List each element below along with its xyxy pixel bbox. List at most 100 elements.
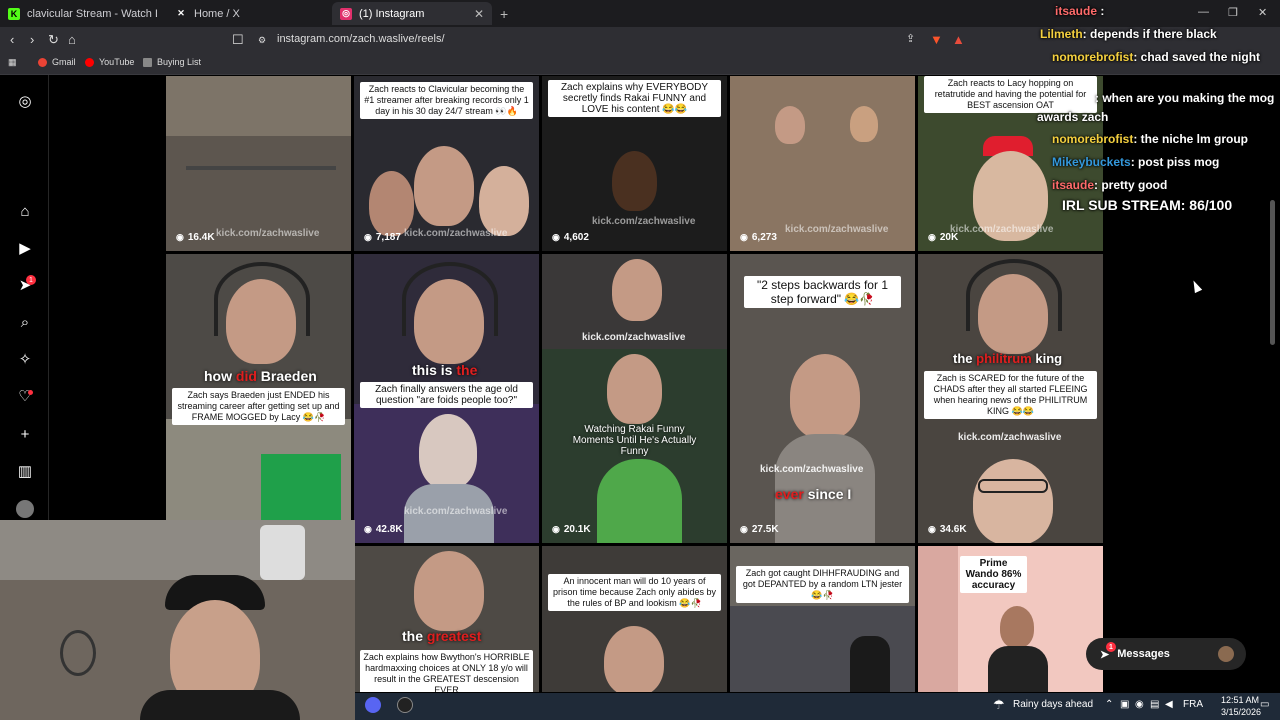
tab-x[interactable]: ✕ Home / X <box>167 2 332 25</box>
view-count: ◉ 20.1K <box>552 524 591 535</box>
views-label: 34.6K <box>939 524 967 535</box>
brave-shield-icon[interactable]: ▼ <box>930 32 943 47</box>
face <box>973 459 1053 543</box>
reel-caption: Prime Wando 86% accuracy <box>960 556 1027 593</box>
reel-tile[interactable]: Prime Wando 86% accuracy <box>917 545 1104 693</box>
messages-button[interactable]: ➤ 1 Messages <box>1086 638 1246 670</box>
reel-tile[interactable]: Zach got caught DIHHFRAUDING and got DEP… <box>729 545 916 693</box>
eye-icon: ◉ <box>176 232 184 242</box>
create-nav-icon[interactable]: + <box>16 425 34 443</box>
reel-tile[interactable]: the philitrum king Zach is SCARED for th… <box>917 253 1104 544</box>
reel-tile[interactable]: ◉ 16.4K kick.com/zachwaslive <box>165 75 352 252</box>
new-tab-icon[interactable]: + <box>500 6 508 22</box>
dashboard-nav-icon[interactable]: ▥ <box>16 462 34 480</box>
volume-icon[interactable]: ◀ <box>1165 699 1173 710</box>
views-label: 6,273 <box>751 232 777 243</box>
reel-tile[interactable]: Zach reacts to Clavicular becoming the #… <box>353 75 540 252</box>
reel-tile[interactable]: ◉ 6,273 kick.com/zachwaslive <box>729 75 916 252</box>
chat-text: : chad saved the night <box>1133 50 1261 64</box>
gmail-icon <box>38 57 47 67</box>
watermark: kick.com/zachwaslive <box>592 216 696 227</box>
reel-caption: Zach finally answers the age old questio… <box>360 382 533 408</box>
bookmark-gmail[interactable]: Gmail <box>38 57 76 67</box>
bookmark-icon[interactable]: ☐ <box>232 32 244 48</box>
view-count: ◉ 42.8K <box>364 524 403 535</box>
reel-caption: Watching Rakai Funny Moments Until He's … <box>572 424 697 457</box>
explore-nav-icon[interactable]: ✧ <box>16 350 34 368</box>
clock-date[interactable]: 3/15/2026 <box>1221 707 1261 717</box>
brave-rewards-icon[interactable]: ▲ <box>952 32 965 47</box>
face <box>414 146 474 226</box>
reel-tile[interactable]: kick.com/zachwaslive Watching Rakai Funn… <box>541 253 728 544</box>
face <box>1000 606 1034 648</box>
tray-app-icon[interactable]: ◉ <box>1135 699 1144 710</box>
x-icon: ✕ <box>177 8 185 18</box>
language-indicator[interactable]: FRA <box>1183 699 1203 710</box>
notifications-icon[interactable]: ▭ <box>1260 699 1269 710</box>
eye-icon: ◉ <box>552 524 560 534</box>
tray-app-icon[interactable]: ▣ <box>1120 699 1129 710</box>
stream-chat: itsaude : Lilmeth: depends if there blac… <box>1030 0 1280 220</box>
subtitle-part: how <box>204 368 236 384</box>
home-icon[interactable]: ⌂ <box>68 32 76 47</box>
reel-caption: Zach reacts to Clavicular becoming the #… <box>360 82 533 119</box>
tray-chevron-icon[interactable]: ⌃ <box>1105 699 1113 710</box>
reload-icon[interactable]: ↻ <box>48 32 59 48</box>
forward-icon[interactable]: › <box>30 32 34 47</box>
share-icon[interactable]: ⇪ <box>906 32 915 45</box>
clock-time[interactable]: 12:51 AM <box>1221 695 1259 705</box>
eye-icon: ◉ <box>740 524 748 534</box>
url-field[interactable]: instagram.com/zach.waslive/reels/ <box>277 33 445 45</box>
tab-instagram[interactable]: ◎ (1) Instagram ✕ <box>332 2 492 25</box>
views-label: 16.4K <box>187 232 215 243</box>
eye-icon: ◉ <box>740 232 748 242</box>
bookmark-youtube[interactable]: YouTube <box>85 57 134 67</box>
watermark: kick.com/zachwaslive <box>404 506 508 517</box>
reel-tile[interactable]: "2 steps backwards for 1 step forward" 😂… <box>729 253 916 544</box>
kick-icon: K <box>8 7 20 20</box>
chat-message: itsaude: pretty good <box>1052 178 1167 192</box>
instagram-logo-icon[interactable]: ◎ <box>16 92 34 110</box>
page-scrollbar[interactable] <box>1270 200 1275 345</box>
chat-message: awards zach <box>1037 110 1108 124</box>
tab-label: clavicular Stream - Watch Live on Kic <box>27 7 157 20</box>
avatar <box>1218 646 1234 662</box>
subtitle: how did Braeden <box>204 368 317 384</box>
weather-icon: ☂ <box>993 697 1005 712</box>
chat-message: itsaude : <box>1055 4 1105 18</box>
weather-label[interactable]: Rainy days ahead <box>1013 699 1093 710</box>
apps-icon[interactable]: ▦ <box>8 57 17 68</box>
headphones <box>214 262 310 336</box>
messages-badge: 1 <box>1106 642 1116 652</box>
reel-caption: Zach says Braeden just ENDED his streami… <box>172 388 345 425</box>
eye-icon: ◉ <box>552 232 560 242</box>
reel-tile[interactable]: An innocent man will do 10 years of pris… <box>541 545 728 693</box>
reels-nav-icon[interactable]: ▶ <box>16 239 34 257</box>
site-info-icon[interactable]: ⚙ <box>258 35 266 46</box>
view-count: ◉ 16.4K <box>176 232 215 243</box>
close-tab-icon[interactable]: ✕ <box>474 7 484 21</box>
network-icon[interactable]: ▤ <box>1150 699 1159 710</box>
reel-tile[interactable]: how did Braeden Zach says Braeden just E… <box>165 253 352 521</box>
subtitle-part: since I <box>803 486 852 502</box>
chat-text: : the niche lm group <box>1133 132 1249 146</box>
reel-tile[interactable]: this is the Zach finally answers the age… <box>353 253 540 544</box>
search-nav-icon[interactable]: ⌕ <box>16 313 34 331</box>
subtitle-highlight: the <box>456 362 478 378</box>
discord-icon[interactable] <box>365 697 381 713</box>
tab-kick[interactable]: K clavicular Stream - Watch Live on Kic <box>0 2 165 25</box>
profile-avatar[interactable] <box>16 500 34 518</box>
bookmark-buying-list[interactable]: Buying List <box>143 57 201 67</box>
home-nav-icon[interactable]: ⌂ <box>16 202 34 220</box>
face <box>612 151 657 211</box>
view-count: ◉ 27.5K <box>740 524 779 535</box>
reel-tile[interactable]: Zach explains why EVERYBODY secretly fin… <box>541 75 728 252</box>
obs-icon[interactable] <box>397 697 413 713</box>
chat-username: nomorebrofist <box>1052 50 1134 64</box>
subtitle-highlight: ever <box>775 486 804 502</box>
chat-message: nomorebrofist: the niche lm group <box>1052 132 1248 146</box>
back-icon[interactable]: ‹ <box>10 32 14 47</box>
reel-tile[interactable]: the greatest Zach explains how Bwython's… <box>353 545 540 693</box>
reel-caption: An innocent man will do 10 years of pris… <box>548 574 721 611</box>
subtitle-part: king <box>1031 351 1063 366</box>
